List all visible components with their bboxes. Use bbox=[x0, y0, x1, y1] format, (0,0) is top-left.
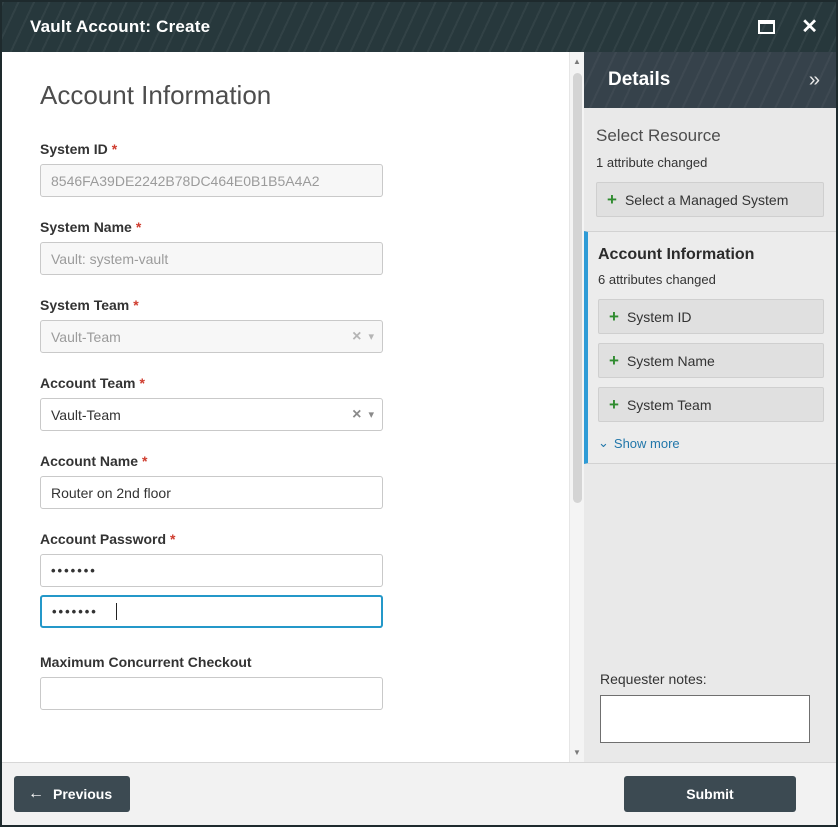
required-asterisk: * bbox=[170, 531, 176, 547]
field-system-name: System Name * bbox=[40, 219, 383, 275]
page-title: Account Information bbox=[40, 80, 272, 110]
select-icons: × ▾ bbox=[352, 406, 374, 423]
field-account-password: Account Password * bbox=[40, 531, 383, 628]
field-system-team: System Team * Vault-Team × ▾ bbox=[40, 297, 383, 353]
required-asterisk: * bbox=[135, 219, 142, 235]
footer-right: Submit bbox=[584, 776, 836, 812]
select-managed-system-label: Select a Managed System bbox=[624, 191, 789, 208]
attr-item-system-id[interactable]: + System ID bbox=[598, 299, 824, 334]
account-team-value: Vault-Team bbox=[51, 406, 121, 423]
collapse-panel-icon[interactable]: » bbox=[809, 69, 820, 92]
maximize-icon[interactable] bbox=[758, 20, 776, 34]
account-name-label: Account Name * bbox=[40, 453, 148, 469]
attr-item-system-name[interactable]: + System Name bbox=[598, 343, 824, 378]
arrow-left-icon: ← bbox=[28, 785, 44, 802]
titlebar-icons: ✕ bbox=[758, 17, 818, 37]
plus-icon: + bbox=[609, 395, 619, 414]
required-asterisk: * bbox=[139, 375, 145, 391]
form-panel: Account Information System ID* System Na… bbox=[2, 52, 584, 762]
attr-item-label: System Team bbox=[626, 396, 712, 413]
footer-left: ← Previous bbox=[2, 776, 584, 812]
details-header: Details » bbox=[584, 52, 836, 108]
show-more-label: Show more bbox=[613, 435, 680, 451]
attr-item-label: System Name bbox=[626, 352, 715, 369]
titlebar: Vault Account: Create ✕ bbox=[2, 2, 836, 52]
requester-notes-section: Requester notes: bbox=[584, 661, 836, 762]
text-cursor bbox=[116, 603, 117, 620]
required-asterisk: * bbox=[111, 141, 118, 157]
previous-button[interactable]: ← Previous bbox=[14, 776, 131, 812]
caret-down-icon[interactable]: ▾ bbox=[368, 408, 374, 421]
account-name-input[interactable] bbox=[40, 476, 383, 509]
system-team-label: System Team * bbox=[40, 297, 139, 313]
requester-notes-label: Requester notes: bbox=[600, 671, 707, 687]
account-password-label: Account Password * bbox=[40, 531, 176, 547]
previous-label: Previous bbox=[53, 786, 113, 802]
scroll-down-icon[interactable]: ▼ bbox=[573, 743, 581, 762]
plus-icon: + bbox=[607, 190, 617, 209]
select-resource-heading: Select Resource bbox=[596, 126, 721, 145]
maximum-concurrent-checkout-input[interactable] bbox=[40, 677, 383, 710]
system-team-select: Vault-Team × ▾ bbox=[40, 320, 383, 353]
select-icons: × ▾ bbox=[352, 327, 374, 345]
field-system-id: System ID * bbox=[40, 141, 383, 197]
plus-icon: + bbox=[609, 307, 619, 326]
close-icon[interactable]: ✕ bbox=[801, 17, 818, 37]
account-information-panel: Account Information 6 attributes changed… bbox=[584, 231, 836, 464]
maximum-concurrent-checkout-label: Maximum Concurrent Checkout bbox=[40, 654, 252, 670]
account-information-heading: Account Information bbox=[598, 246, 755, 263]
maximize-glyph bbox=[758, 20, 776, 34]
account-team-label: Account Team * bbox=[40, 375, 145, 391]
attr-item-label: System ID bbox=[626, 308, 692, 325]
confirm-password-wrap bbox=[40, 595, 383, 628]
clear-icon[interactable]: × bbox=[352, 406, 361, 423]
scroll-up-icon[interactable]: ▲ bbox=[573, 52, 581, 71]
requester-notes-input[interactable] bbox=[600, 695, 810, 743]
show-more-link[interactable]: ⌄ Show more bbox=[598, 431, 824, 453]
field-account-team: Account Team * Vault-Team × ▾ bbox=[40, 375, 383, 431]
field-maximum-concurrent-checkout: Maximum Concurrent Checkout bbox=[40, 654, 383, 710]
submit-button[interactable]: Submit bbox=[624, 776, 796, 812]
vault-account-create-window: Vault Account: Create ✕ Account Informat… bbox=[0, 0, 838, 827]
details-sidebar: Details » Select Resource 1 attribute ch… bbox=[584, 52, 836, 762]
window-title: Vault Account: Create bbox=[30, 17, 211, 36]
plus-icon: + bbox=[609, 351, 619, 370]
required-asterisk: * bbox=[142, 453, 148, 469]
system-id-input bbox=[40, 164, 383, 197]
clear-icon: × bbox=[352, 327, 362, 345]
account-team-select[interactable]: Vault-Team × ▾ bbox=[40, 398, 383, 431]
content: Account Information System ID* System Na… bbox=[2, 52, 836, 762]
select-resource-section: Select Resource 1 attribute changed + Se… bbox=[584, 108, 836, 231]
system-name-input bbox=[40, 242, 383, 275]
form-scroll-area: Account Information System ID* System Na… bbox=[2, 52, 569, 762]
details-title: Details bbox=[608, 69, 671, 90]
select-managed-system-button[interactable]: + Select a Managed System bbox=[596, 182, 824, 217]
select-resource-changed: 1 attribute changed bbox=[596, 155, 708, 170]
caret-down-icon: ▾ bbox=[368, 331, 374, 343]
account-password-input[interactable] bbox=[40, 554, 383, 587]
system-name-label: System Name * bbox=[40, 219, 142, 235]
scrollbar[interactable]: ▲ ▼ bbox=[569, 52, 584, 762]
required-asterisk: * bbox=[133, 297, 139, 313]
field-account-name: Account Name * bbox=[40, 453, 383, 509]
footer: ← Previous Submit bbox=[2, 762, 836, 825]
account-information-changed: 6 attributes changed bbox=[598, 272, 716, 287]
attr-item-system-team[interactable]: + System Team bbox=[598, 387, 824, 422]
system-id-label: System ID * bbox=[40, 141, 118, 157]
chevron-down-icon: ⌄ bbox=[598, 435, 609, 450]
confirm-password-input[interactable] bbox=[40, 595, 383, 628]
scrollbar-thumb[interactable] bbox=[572, 73, 582, 503]
system-team-value: Vault-Team bbox=[51, 328, 121, 345]
details-body: Select Resource 1 attribute changed + Se… bbox=[584, 108, 836, 661]
